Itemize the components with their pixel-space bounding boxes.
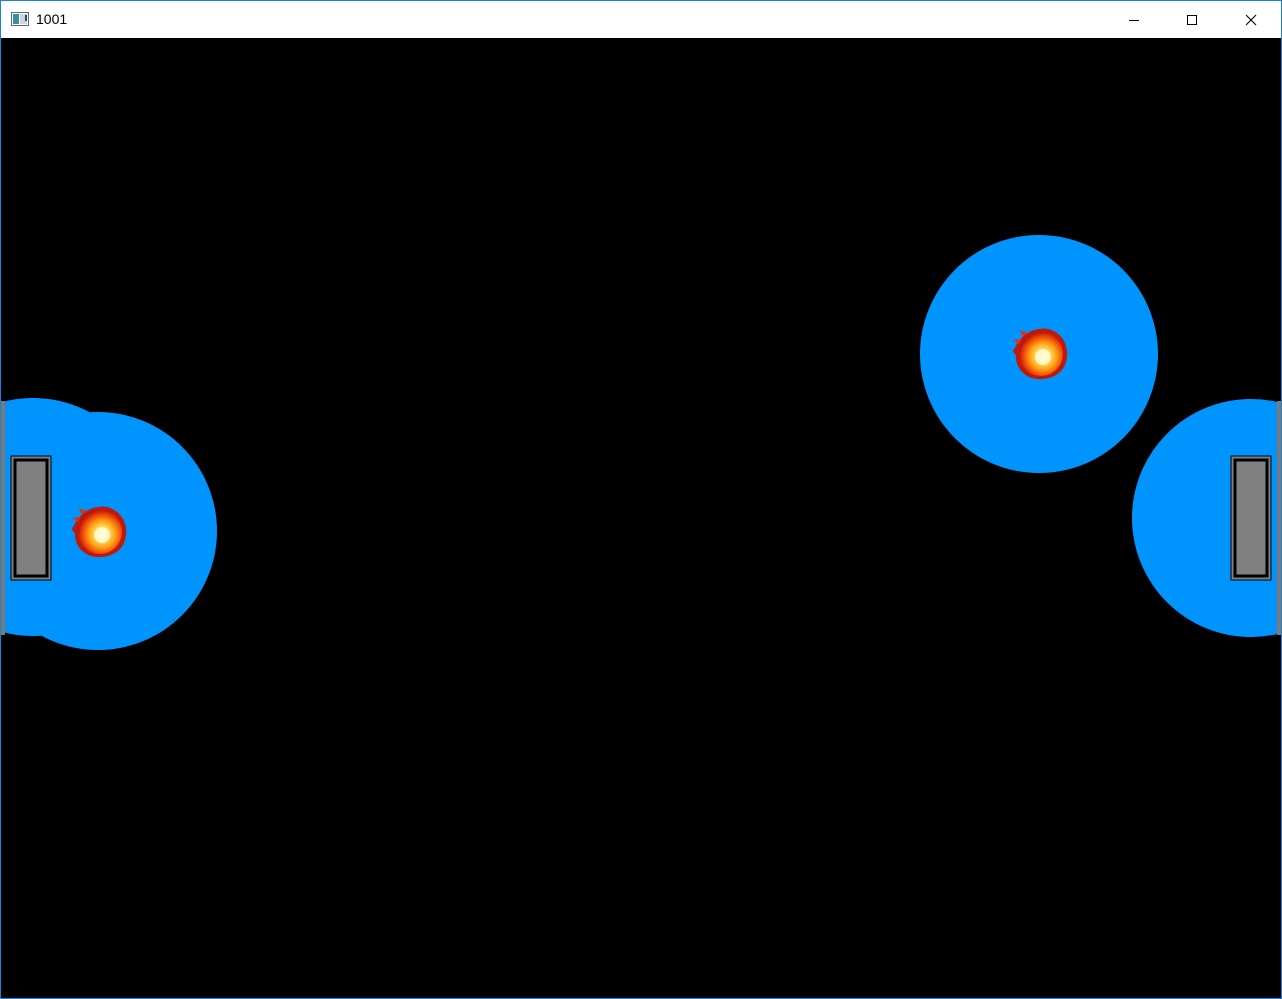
app-window: 1001 xyxy=(0,0,1282,999)
app-icon xyxy=(11,12,29,26)
left-wall-edge xyxy=(1,401,5,635)
minimize-icon xyxy=(1129,19,1139,21)
window-title: 1001 xyxy=(36,11,68,27)
game-scene xyxy=(1,235,1281,650)
paddle-left xyxy=(10,455,52,581)
game-canvas[interactable] xyxy=(1,38,1281,998)
maximize-button[interactable] xyxy=(1163,1,1221,38)
title-bar[interactable]: 1001 xyxy=(1,1,1281,38)
close-icon xyxy=(1245,14,1257,25)
maximize-icon xyxy=(1187,14,1197,25)
right-wall-edge xyxy=(1277,401,1281,635)
close-button[interactable] xyxy=(1222,1,1280,38)
paddle-right xyxy=(1230,455,1272,581)
minimize-button[interactable] xyxy=(1105,1,1163,38)
